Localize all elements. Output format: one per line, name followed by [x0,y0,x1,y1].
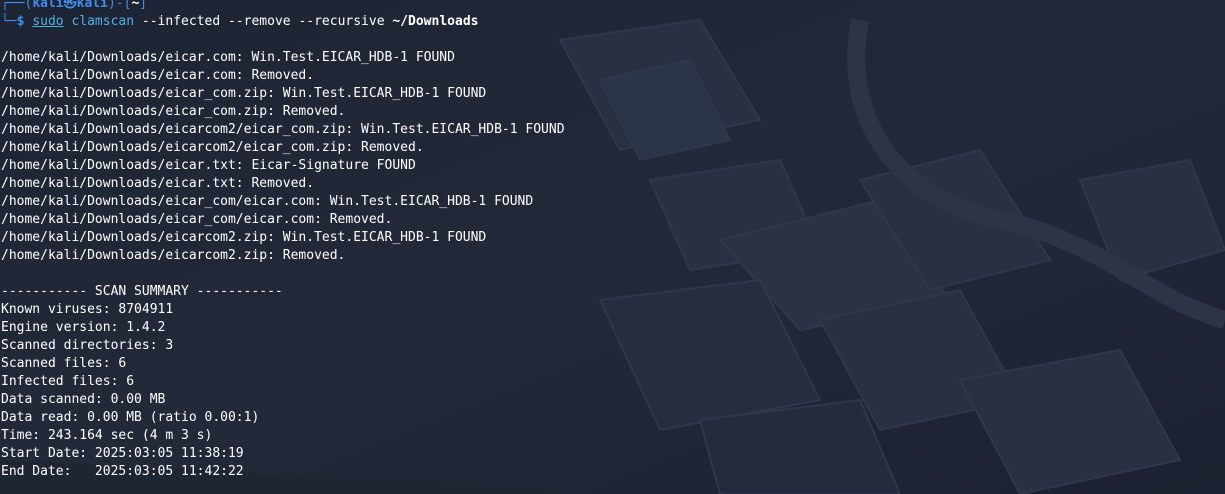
output-line: /home/kali/Downloads/eicar_com/eicar.com… [1,194,534,209]
summary-line: Start Date: 2025:03:05 11:38:19 [1,446,244,461]
command-program: clamscan [71,14,135,29]
output-line: /home/kali/Downloads/eicarcom2.zip: Win.… [1,230,487,245]
output-line: /home/kali/Downloads/eicarcom2/eicar_com… [1,140,424,155]
output-line: /home/kali/Downloads/eicar.com: Removed. [1,68,315,83]
summary-line: Time: 243.164 sec (4 m 3 s) [1,428,213,443]
command-path: ~/Downloads [392,14,479,29]
output-line: /home/kali/Downloads/eicar_com/eicar.com… [1,212,393,227]
summary-line: Scanned directories: 3 [1,338,174,353]
output-line: /home/kali/Downloads/eicarcom2.zip: Remo… [1,248,346,263]
output-line: /home/kali/Downloads/eicar.txt: Removed. [1,176,315,191]
prompt-close: ] [139,0,148,11]
prompt-host: kali [76,0,108,11]
command-sudo: sudo [32,14,64,29]
prompt-separator: )-[ [107,0,132,11]
output-line: /home/kali/Downloads/eicar.com: Win.Test… [1,50,455,65]
prompt-user: kali [32,0,64,11]
output-line: /home/kali/Downloads/eicarcom2/eicar_com… [1,122,565,137]
scan-summary-header: ----------- SCAN SUMMARY ----------- [1,284,283,299]
summary-line: Infected files: 6 [1,374,135,389]
command-args: --infected --remove --recursive [141,14,385,29]
summary-line: Engine version: 1.4.2 [1,320,166,335]
prompt-at-icon: ㉿ [63,0,77,11]
output-line: /home/kali/Downloads/eicar_com.zip: Win.… [1,86,487,101]
output-line: /home/kali/Downloads/eicar.txt: Eicar-Si… [1,158,416,173]
summary-line: Data scanned: 0.00 MB [1,392,166,407]
output-line: /home/kali/Downloads/eicar_com.zip: Remo… [1,104,346,119]
prompt-command-line: └─$ sudo clamscan --infected --remove --… [1,13,1221,31]
prompt-corner-top: ┌──( [1,0,33,11]
summary-line: End Date: 2025:03:05 11:42:22 [1,464,244,479]
prompt-symbol: $ [16,14,25,29]
summary-line: Known viruses: 8704911 [1,302,174,317]
prompt-top-line: ┌──(kali㉿kali)-[~] [1,0,1221,13]
prompt-corner-bottom: └─ [1,14,17,29]
terminal-output[interactable]: ┌──(kali㉿kali)-[~] └─$ sudo clamscan --i… [1,0,1221,481]
summary-line: Data read: 0.00 MB (ratio 0.00:1) [1,410,260,425]
summary-line: Scanned files: 6 [1,356,127,371]
